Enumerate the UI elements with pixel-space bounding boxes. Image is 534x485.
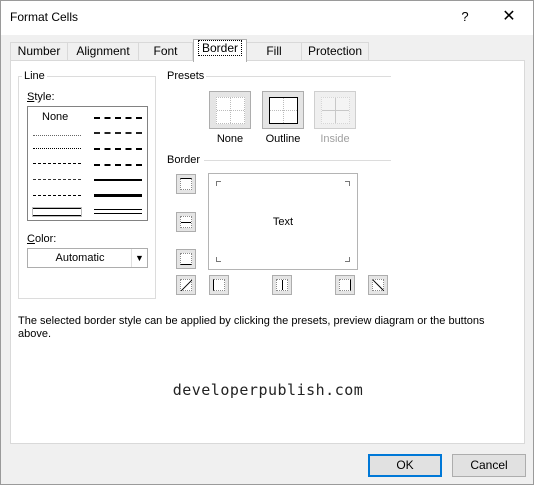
style-label-rest: tyle: <box>34 91 55 103</box>
help-button[interactable]: ? <box>453 7 477 29</box>
description-text: The selected border style can be applied… <box>18 315 485 340</box>
line-style-hair[interactable] <box>33 135 81 136</box>
tab-font[interactable]: Font <box>138 42 193 61</box>
chevron-down-icon[interactable]: ▼ <box>131 249 147 267</box>
style-label: Style: <box>27 91 55 103</box>
tab-alignment[interactable]: Alignment <box>67 42 139 61</box>
corner-mark <box>216 257 221 262</box>
tab-border-label: Border <box>197 40 243 56</box>
line-style-list[interactable]: None <box>27 106 148 221</box>
preset-outline-icon <box>269 97 298 124</box>
preset-none-icon <box>216 97 245 124</box>
line-style-medium[interactable] <box>94 179 142 181</box>
presets-divider <box>206 76 391 77</box>
preset-none-button[interactable] <box>209 91 251 129</box>
diagonal-up-icon <box>180 279 193 292</box>
diagonal-down-icon <box>372 279 385 292</box>
border-bottom-icon <box>180 253 192 265</box>
border-divider <box>204 160 391 161</box>
line-style-double[interactable] <box>94 209 142 214</box>
tab-fill[interactable]: Fill <box>246 42 302 61</box>
cancel-button[interactable]: Cancel <box>452 454 526 477</box>
preset-inside-label: Inside <box>320 133 350 145</box>
border-preview[interactable]: Text <box>208 173 358 270</box>
border-inside-horizontal-button[interactable] <box>176 212 196 232</box>
line-style-dashed[interactable] <box>33 195 81 196</box>
tab-protection[interactable]: Protection <box>301 42 369 61</box>
border-diagonal-down-button[interactable] <box>368 275 388 295</box>
corner-mark <box>345 181 350 186</box>
preset-outline-button[interactable] <box>262 91 304 129</box>
border-top-button[interactable] <box>176 174 196 194</box>
border-inside-vertical-icon <box>276 279 288 291</box>
border-inside-vertical-button[interactable] <box>272 275 292 295</box>
presets-label: Presets <box>167 70 205 82</box>
preset-none-label: None <box>216 133 244 145</box>
close-button[interactable]: ✕ <box>495 6 523 30</box>
preset-outline-hline <box>270 110 297 111</box>
line-style-none[interactable]: None <box>42 111 68 123</box>
corner-mark <box>216 181 221 186</box>
preset-none-hline <box>217 110 244 111</box>
color-label-rest: olor: <box>34 233 57 245</box>
border-label: Border <box>167 154 201 166</box>
dialog-title: Format Cells <box>10 10 79 24</box>
border-right-button[interactable] <box>335 275 355 295</box>
preset-inside-hline <box>322 110 349 111</box>
ok-button[interactable]: OK <box>368 454 442 477</box>
diagonal-up-mark <box>180 279 193 292</box>
border-inside-vertical-mark <box>282 280 283 290</box>
preset-outline-label: Outline <box>265 133 301 145</box>
border-left-icon <box>213 279 225 291</box>
tab-number[interactable]: Number <box>10 42 68 61</box>
line-style-dash-dot[interactable] <box>33 179 81 180</box>
preset-inside-icon <box>321 97 350 124</box>
preview-text: Text <box>272 216 294 228</box>
diagonal-down-mark <box>372 279 385 292</box>
line-group-label: Line <box>22 70 47 82</box>
line-style-thick[interactable] <box>94 194 142 197</box>
color-label: Color: <box>27 233 57 245</box>
border-diagonal-up-button[interactable] <box>176 275 196 295</box>
line-style-medium-dash-dot-dot[interactable] <box>94 117 142 119</box>
border-left-button[interactable] <box>209 275 229 295</box>
format-cells-dialog: Format Cells ? ✕ Number Alignment Font B… <box>0 0 534 485</box>
tab-border[interactable]: Border <box>193 39 247 62</box>
preset-inside-button[interactable] <box>314 91 356 129</box>
line-style-medium-dashed[interactable] <box>94 164 142 166</box>
border-inside-horizontal-icon <box>180 216 192 228</box>
border-top-icon <box>180 178 192 190</box>
title-bar: Format Cells ? ✕ <box>1 1 533 35</box>
corner-mark <box>345 257 350 262</box>
color-dropdown[interactable]: Automatic ▼ <box>27 248 148 268</box>
watermark-text: developerpublish.com <box>172 381 364 399</box>
border-inside-horizontal-mark <box>181 222 191 223</box>
line-style-medium-dash-dot[interactable] <box>94 148 142 150</box>
line-style-dotted[interactable] <box>33 148 81 149</box>
color-value: Automatic <box>55 252 105 264</box>
border-bottom-button[interactable] <box>176 249 196 269</box>
border-right-icon <box>339 279 351 291</box>
line-style-dash-dot-dot[interactable] <box>33 163 81 164</box>
line-style-slanted-dash-dot[interactable] <box>94 132 142 134</box>
line-style-thin[interactable] <box>32 207 82 217</box>
